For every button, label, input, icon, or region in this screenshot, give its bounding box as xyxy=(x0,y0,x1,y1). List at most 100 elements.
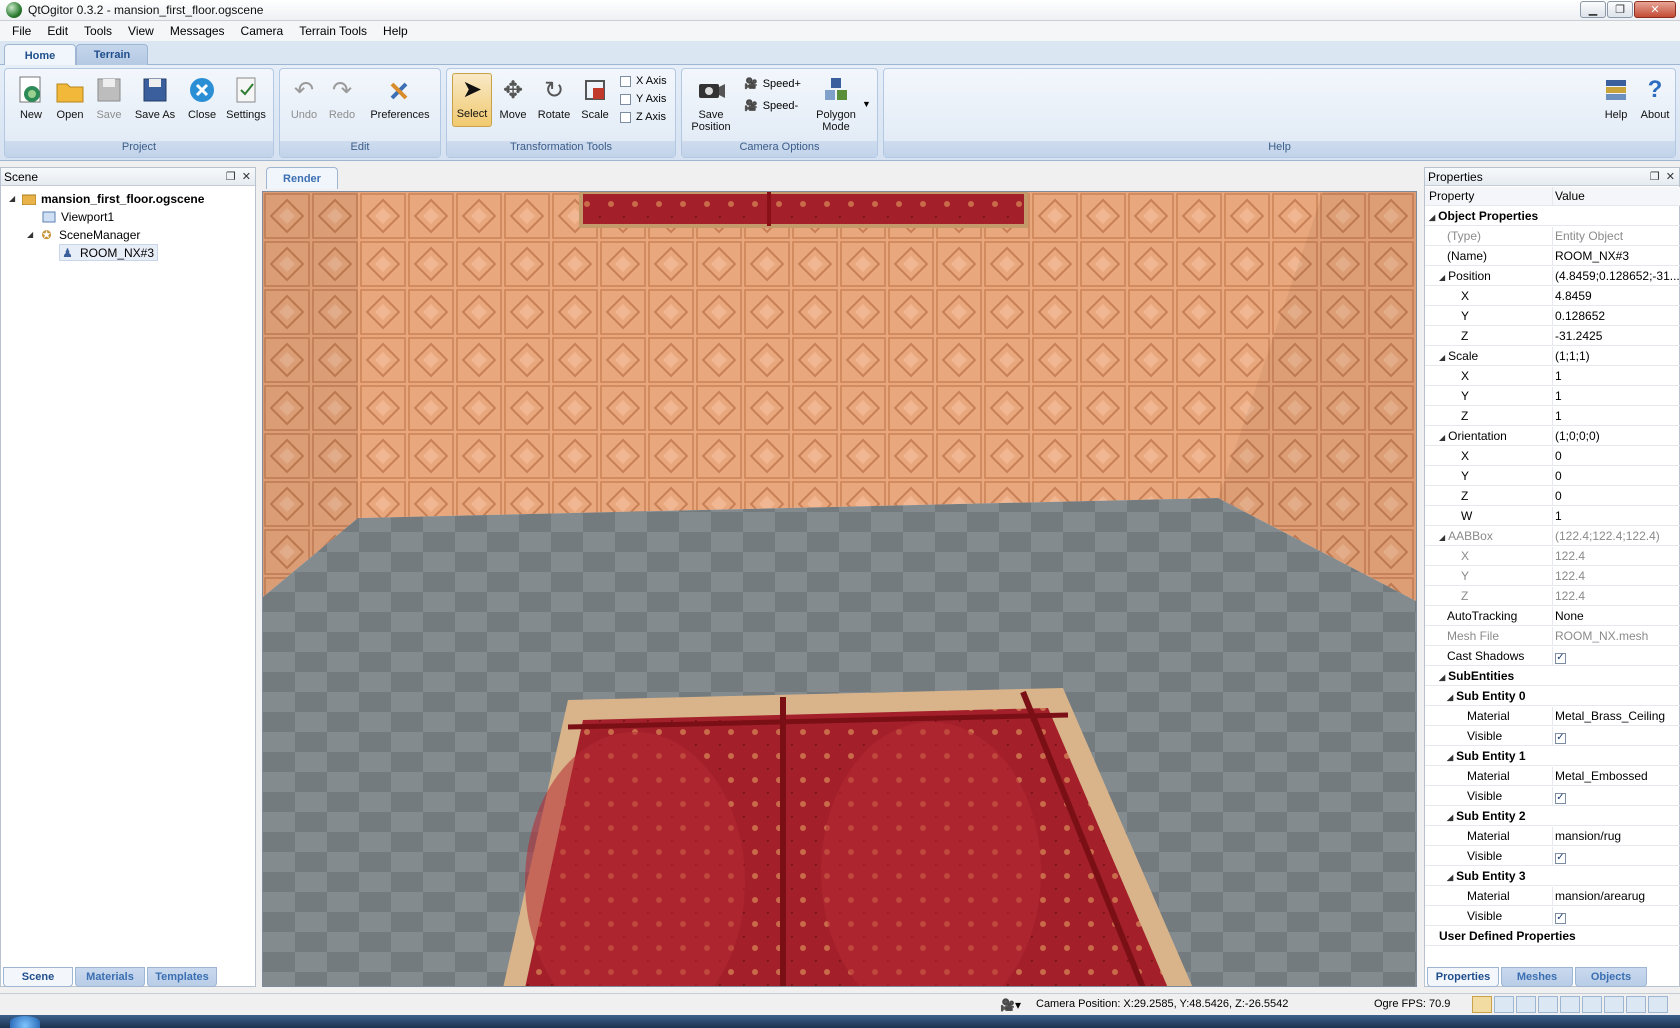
tab-scene[interactable]: Scene xyxy=(3,967,73,987)
room-3d-scene[interactable] xyxy=(263,192,1417,987)
menu-camera[interactable]: Camera xyxy=(233,24,292,38)
sub-entity-1-visible-checkbox[interactable]: ✓ xyxy=(1555,792,1566,804)
z-axis-checkbox[interactable]: Z Axis xyxy=(620,111,666,123)
undo-button[interactable]: ↶ Undo xyxy=(284,75,324,122)
cast-shadows-row[interactable]: Cast Shadows ✓ xyxy=(1425,647,1680,666)
menu-tools[interactable]: Tools xyxy=(76,24,120,38)
scale-y-value[interactable]: 1 xyxy=(1555,389,1679,403)
menu-edit[interactable]: Edit xyxy=(39,24,76,38)
subentities-row[interactable]: ◢ SubEntities xyxy=(1425,667,1680,686)
orientation-w-row[interactable]: W1 xyxy=(1425,507,1680,526)
aabbox-row[interactable]: ◢ AABBox (122.4;122.4;122.4) xyxy=(1425,527,1680,546)
collapse-icon[interactable]: ◢ xyxy=(1439,273,1445,282)
status-tool-icon[interactable] xyxy=(1494,996,1514,1013)
tree-item-room[interactable]: ♟ ROOM_NX#3 xyxy=(59,244,159,261)
polygon-mode-button[interactable]: Polygon Mode xyxy=(812,75,860,133)
y-axis-box[interactable] xyxy=(620,93,631,105)
position-y-value[interactable]: 0.128652 xyxy=(1555,309,1679,323)
orientation-y-row[interactable]: Y0 xyxy=(1425,467,1680,486)
collapse-icon[interactable]: ◢ xyxy=(1447,873,1453,882)
close-icon[interactable]: ✕ xyxy=(242,171,251,183)
sub-entity-0-visible-row[interactable]: Visible ✓ xyxy=(1425,727,1680,746)
status-tool-icon[interactable] xyxy=(1582,996,1602,1013)
scale-row[interactable]: ◢ Scale (1;1;1) xyxy=(1425,347,1680,366)
save-button[interactable]: Save xyxy=(89,75,129,121)
status-tool-icon[interactable] xyxy=(1516,996,1536,1013)
z-axis-box[interactable] xyxy=(620,111,631,123)
tab-templates[interactable]: Templates xyxy=(147,967,217,987)
scale-value[interactable]: (1;1;1) xyxy=(1555,349,1679,363)
tab-objects[interactable]: Objects xyxy=(1575,967,1647,987)
sub-entity-1-row[interactable]: ◢ Sub Entity 1 xyxy=(1425,747,1680,766)
collapse-icon[interactable]: ◢ xyxy=(1447,753,1453,762)
status-tool-icon[interactable] xyxy=(1472,996,1492,1013)
sub-entity-3-row[interactable]: ◢ Sub Entity 3 xyxy=(1425,867,1680,886)
object-properties-row[interactable]: ◢ Object Properties xyxy=(1425,207,1680,226)
menu-terrain-tools[interactable]: Terrain Tools xyxy=(291,24,375,38)
collapse-icon[interactable]: ◢ xyxy=(1439,673,1445,682)
sub-entity-1-visible-row[interactable]: Visible ✓ xyxy=(1425,787,1680,806)
float-icon[interactable]: ❐ xyxy=(1650,171,1660,183)
scale-y-row[interactable]: Y1 xyxy=(1425,387,1680,406)
close-window-button[interactable]: ✕ xyxy=(1634,1,1676,18)
status-tool-icon[interactable] xyxy=(1604,996,1624,1013)
polygon-mode-dropdown-icon[interactable]: ▼ xyxy=(862,99,871,109)
orientation-z-row[interactable]: Z0 xyxy=(1425,487,1680,506)
y-axis-checkbox[interactable]: Y Axis xyxy=(620,93,666,105)
sub-entity-2-material-value[interactable]: mansion/rug xyxy=(1555,829,1679,843)
speed-plus-button[interactable]: 🎥 Speed+ xyxy=(744,77,801,91)
move-button[interactable]: ✥ Move xyxy=(493,75,533,122)
menu-messages[interactable]: Messages xyxy=(162,24,233,38)
sub-entity-3-visible-checkbox[interactable]: ✓ xyxy=(1555,912,1566,924)
autotracking-value[interactable]: None xyxy=(1555,609,1679,623)
render-viewport[interactable] xyxy=(262,191,1417,987)
x-axis-box[interactable] xyxy=(620,75,631,87)
status-tool-icon[interactable] xyxy=(1626,996,1646,1013)
collapse-icon[interactable]: ◢ xyxy=(1447,693,1453,702)
sub-entity-3-visible-row[interactable]: Visible ✓ xyxy=(1425,907,1680,926)
new-button[interactable]: New xyxy=(11,75,51,121)
collapse-icon[interactable]: ◢ xyxy=(1439,533,1445,542)
sub-entity-2-visible-checkbox[interactable]: ✓ xyxy=(1555,852,1566,864)
position-value[interactable]: (4.8459;0.128652;-31.... xyxy=(1555,269,1679,283)
collapse-icon[interactable]: ◢ xyxy=(1439,433,1445,442)
maximize-button[interactable]: ❐ xyxy=(1607,1,1633,18)
position-x-row[interactable]: X 4.8459 xyxy=(1425,287,1680,306)
collapse-icon[interactable]: ◢ xyxy=(1447,813,1453,822)
expand-arrow-icon[interactable]: ◢ xyxy=(27,230,39,239)
orientation-row[interactable]: ◢ Orientation (1;0;0;0) xyxy=(1425,427,1680,446)
collapse-icon[interactable]: ◢ xyxy=(1439,353,1445,362)
tree-item-root[interactable]: ◢ mansion_first_floor.ogscene xyxy=(9,190,204,207)
sub-entity-0-visible-checkbox[interactable]: ✓ xyxy=(1555,732,1566,744)
sub-entity-3-material-row[interactable]: Material mansion/arearug xyxy=(1425,887,1680,906)
orientation-y-value[interactable]: 0 xyxy=(1555,469,1679,483)
status-tool-icon[interactable] xyxy=(1560,996,1580,1013)
close-button[interactable]: Close xyxy=(182,75,222,121)
user-defined-properties-row[interactable]: User Defined Properties xyxy=(1425,927,1680,946)
open-button[interactable]: Open xyxy=(50,75,90,121)
expand-arrow-icon[interactable]: ◢ xyxy=(9,194,21,203)
orientation-w-value[interactable]: 1 xyxy=(1555,509,1679,523)
scale-x-value[interactable]: 1 xyxy=(1555,369,1679,383)
tree-item-scene-manager[interactable]: ◢ ✪ SceneManager xyxy=(27,226,140,243)
sub-entity-1-material-row[interactable]: Material Metal_Embossed xyxy=(1425,767,1680,786)
name-value[interactable]: ROOM_NX#3 xyxy=(1555,249,1679,263)
position-y-row[interactable]: Y 0.128652 xyxy=(1425,307,1680,326)
orientation-value[interactable]: (1;0;0;0) xyxy=(1555,429,1679,443)
scale-z-row[interactable]: Z1 xyxy=(1425,407,1680,426)
cast-shadows-checkbox[interactable]: ✓ xyxy=(1555,652,1566,664)
tab-home[interactable]: Home xyxy=(4,44,76,66)
float-icon[interactable]: ❐ xyxy=(226,171,236,183)
sub-entity-1-material-value[interactable]: Metal_Embossed xyxy=(1555,769,1679,783)
help-button[interactable]: Help xyxy=(1596,75,1636,121)
tab-terrain[interactable]: Terrain xyxy=(76,44,148,65)
sub-entity-0-row[interactable]: ◢ Sub Entity 0 xyxy=(1425,687,1680,706)
rotate-button[interactable]: ↻ Rotate xyxy=(534,75,574,122)
save-position-button[interactable]: Save Position xyxy=(688,75,734,133)
scale-button[interactable]: Scale xyxy=(575,75,615,121)
scale-z-value[interactable]: 1 xyxy=(1555,409,1679,423)
about-button[interactable]: ? About xyxy=(1635,75,1675,121)
status-tool-icon[interactable] xyxy=(1648,996,1668,1013)
menu-file[interactable]: File xyxy=(4,24,39,38)
position-z-value[interactable]: -31.2425 xyxy=(1555,329,1679,343)
